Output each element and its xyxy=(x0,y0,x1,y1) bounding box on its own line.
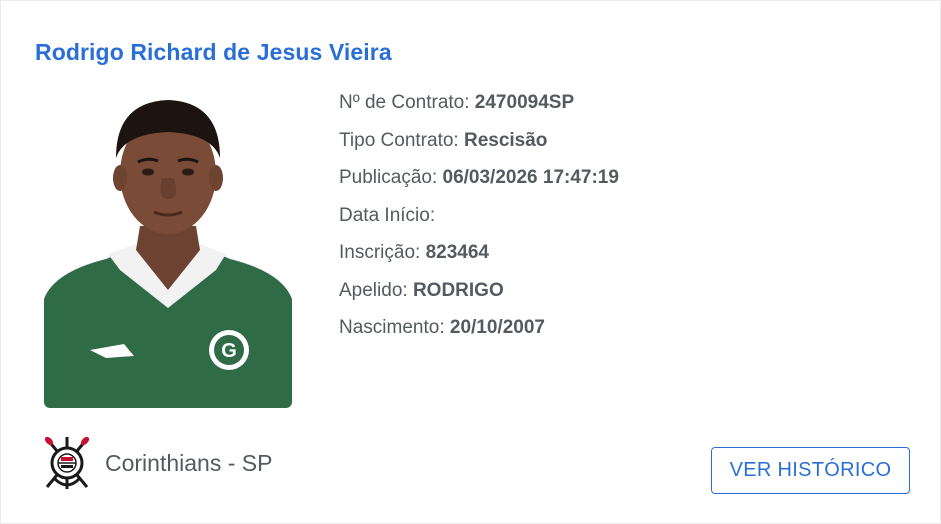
publication-value: 06/03/2026 17:47:19 xyxy=(442,167,619,188)
contract-card: Rodrigo Richard de Jesus Vieira G Nº de … xyxy=(0,0,941,524)
contract-number-row: Nº de Contrato: 2470094SP xyxy=(339,89,619,127)
start-date-label: Data Início: xyxy=(339,204,436,226)
view-history-button[interactable]: VER HISTÓRICO xyxy=(711,447,910,494)
player-photo-icon: G xyxy=(44,94,292,408)
contract-type-row: Tipo Contrato: Rescisão xyxy=(339,127,619,165)
birth-date-row: Nascimento: 20/10/2007 xyxy=(339,314,619,352)
contract-number-label: Nº de Contrato: xyxy=(339,92,470,113)
start-date-row: Data Início: xyxy=(339,202,619,240)
birth-date-label: Nascimento: xyxy=(339,317,445,338)
birth-date-value: 20/10/2007 xyxy=(449,317,545,338)
publication-label: Publicação: xyxy=(339,167,438,188)
player-photo: G xyxy=(44,94,292,408)
club-info: Corinthians - SP xyxy=(41,433,272,493)
contract-type-value: Rescisão xyxy=(463,129,548,151)
contract-number-value: 2470094SP xyxy=(474,92,575,113)
nickname-label: Apelido: xyxy=(339,279,408,301)
registration-row: Inscrição: 823464 xyxy=(339,239,619,277)
club-name: Corinthians - SP xyxy=(105,449,273,476)
contract-details: Nº de Contrato: 2470094SP Tipo Contrato:… xyxy=(339,89,619,352)
corinthians-crest-icon xyxy=(44,436,90,489)
nickname-row: Apelido: RODRIGO xyxy=(339,277,619,315)
nickname-value: RODRIGO xyxy=(412,279,504,301)
registration-label: Inscrição: xyxy=(339,242,421,263)
registration-value: 823464 xyxy=(425,242,489,263)
publication-row: Publicação: 06/03/2026 17:47:19 xyxy=(339,164,619,202)
contract-type-label: Tipo Contrato: xyxy=(339,129,459,151)
player-name: Rodrigo Richard de Jesus Vieira xyxy=(35,39,392,65)
svg-text:G: G xyxy=(221,340,237,362)
